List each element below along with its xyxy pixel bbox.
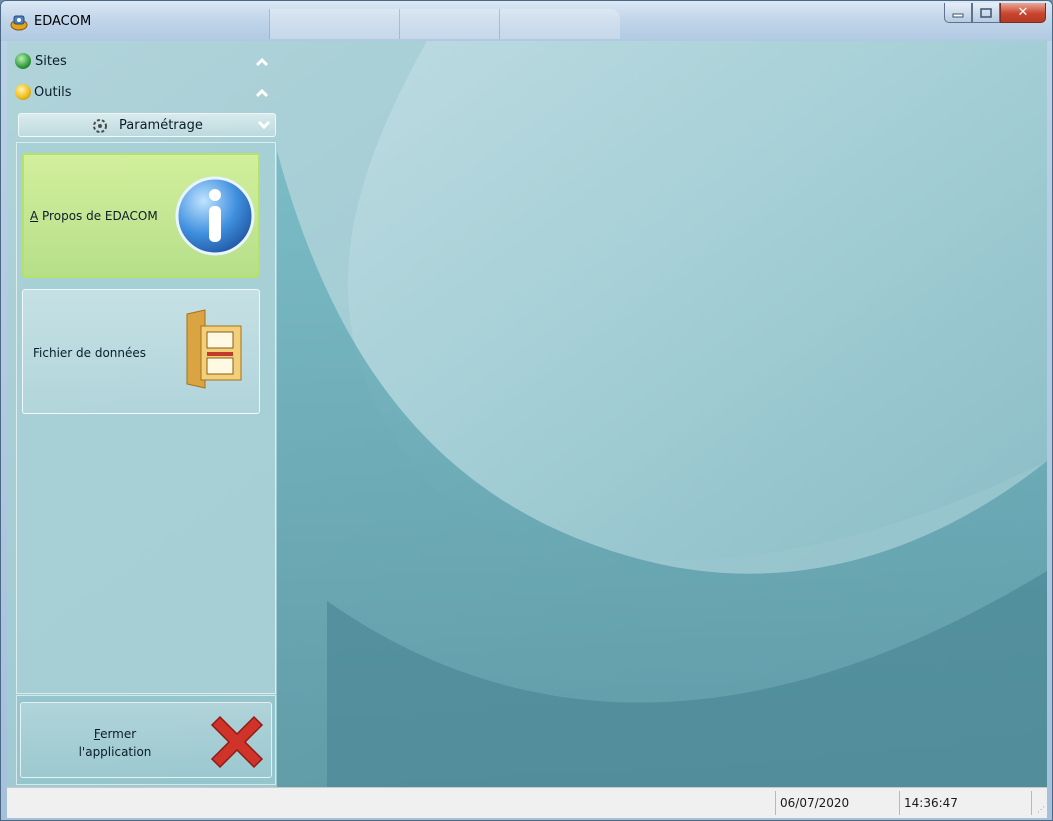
status-date: 06/07/2020 — [780, 796, 850, 810]
background-ghost-tab — [399, 9, 500, 39]
app-logo-icon — [10, 15, 28, 31]
sidebar-section-label: Sites — [35, 54, 67, 69]
title-bar[interactable]: EDACOM ✕ — [1, 1, 1052, 41]
sidebar-section-outils[interactable]: Outils — [10, 80, 278, 106]
about-edacom-label: A Propos de EDACOM — [30, 209, 158, 223]
exit-panel: Fermer l'application — [16, 695, 276, 785]
resize-grip[interactable]: ⋰ — [1031, 791, 1046, 815]
maximize-icon — [980, 7, 992, 18]
background-ghost-tab — [499, 9, 620, 39]
subsection-label: Paramétrage — [119, 118, 203, 133]
status-time: 14:36:47 — [904, 796, 958, 810]
info-icon — [175, 176, 255, 256]
sidebar-section-sites[interactable]: Sites — [10, 49, 278, 75]
window-controls: ✕ — [944, 3, 1046, 25]
tools-icon — [15, 84, 31, 100]
main-window: EDACOM ✕ Sites Outils Paramétrage A Prop… — [0, 0, 1053, 821]
red-x-icon — [210, 715, 264, 769]
sidebar: Sites Outils Paramétrage A Propos de EDA… — [10, 45, 278, 785]
minimize-button[interactable] — [944, 3, 972, 23]
window-title: EDACOM — [34, 14, 92, 29]
about-edacom-button[interactable]: A Propos de EDACOM — [22, 153, 260, 278]
close-application-button[interactable]: Fermer l'application — [20, 702, 272, 778]
close-icon: ✕ — [1017, 5, 1029, 20]
sidebar-section-label: Outils — [34, 85, 72, 100]
close-window-button[interactable]: ✕ — [1000, 3, 1046, 23]
sidebar-subsection-parametrage[interactable]: Paramétrage — [18, 113, 276, 137]
status-bar: 06/07/2020 14:36:47 ⋰ — [7, 787, 1047, 818]
data-file-label: Fichier de données — [33, 346, 147, 360]
folder-files-icon — [186, 309, 242, 389]
background-ghost-tab — [269, 9, 400, 39]
green-globe-icon — [15, 53, 31, 69]
chevron-down-icon[interactable] — [256, 118, 272, 132]
chevron-up-icon[interactable] — [254, 86, 270, 100]
close-application-label: Fermer l'application — [78, 727, 152, 759]
minimize-icon — [952, 13, 964, 17]
resize-grip-icon: ⋰ — [1037, 805, 1045, 814]
settings-gear-icon — [93, 119, 107, 133]
status-date-cell: 06/07/2020 — [775, 791, 900, 815]
chevron-up-icon[interactable] — [254, 55, 270, 69]
data-file-button[interactable]: Fichier de données — [22, 289, 260, 414]
status-time-cell: 14:36:47 — [899, 791, 1032, 815]
tools-panel: A Propos de EDACOM Fichier de données — [16, 142, 276, 694]
maximize-button[interactable] — [972, 3, 1000, 23]
